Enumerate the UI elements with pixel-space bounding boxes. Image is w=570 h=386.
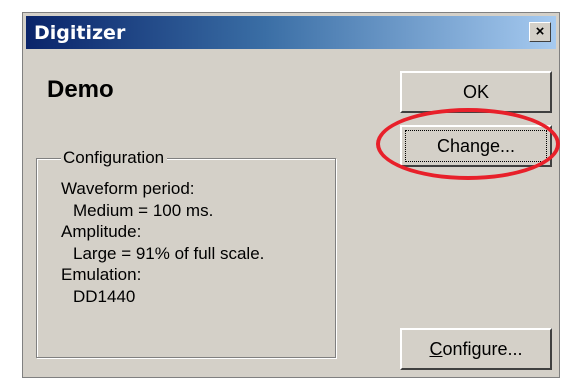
configure-mnemonic: C: [429, 339, 443, 359]
emulation-label: Emulation:: [61, 265, 142, 284]
waveform-period-value: Medium = 100 ms.: [73, 200, 214, 220]
close-icon: ×: [535, 23, 545, 40]
emulation-value: DD1440: [73, 286, 136, 306]
close-button[interactable]: ×: [529, 22, 551, 42]
ok-button-label: OK: [462, 82, 489, 102]
title-bar: Digitizer ×: [26, 16, 556, 49]
change-button-label: Change...: [436, 136, 516, 156]
amplitude-value: Large = 91% of full scale.: [73, 243, 265, 263]
amplitude-label: Amplitude:: [61, 222, 142, 241]
configuration-title: Configuration: [61, 148, 168, 168]
ok-button[interactable]: OK: [400, 71, 552, 113]
configure-button-label: onfigure...: [442, 339, 523, 359]
app-name-label: Demo: [47, 76, 114, 103]
configuration-details: Waveform period: Medium = 100 ms. Amplit…: [61, 178, 264, 307]
window-title: Digitizer: [34, 22, 126, 44]
change-button[interactable]: Change...: [400, 125, 552, 167]
waveform-period-label: Waveform period:: [61, 179, 195, 198]
configure-button[interactable]: Configure...: [400, 328, 552, 370]
